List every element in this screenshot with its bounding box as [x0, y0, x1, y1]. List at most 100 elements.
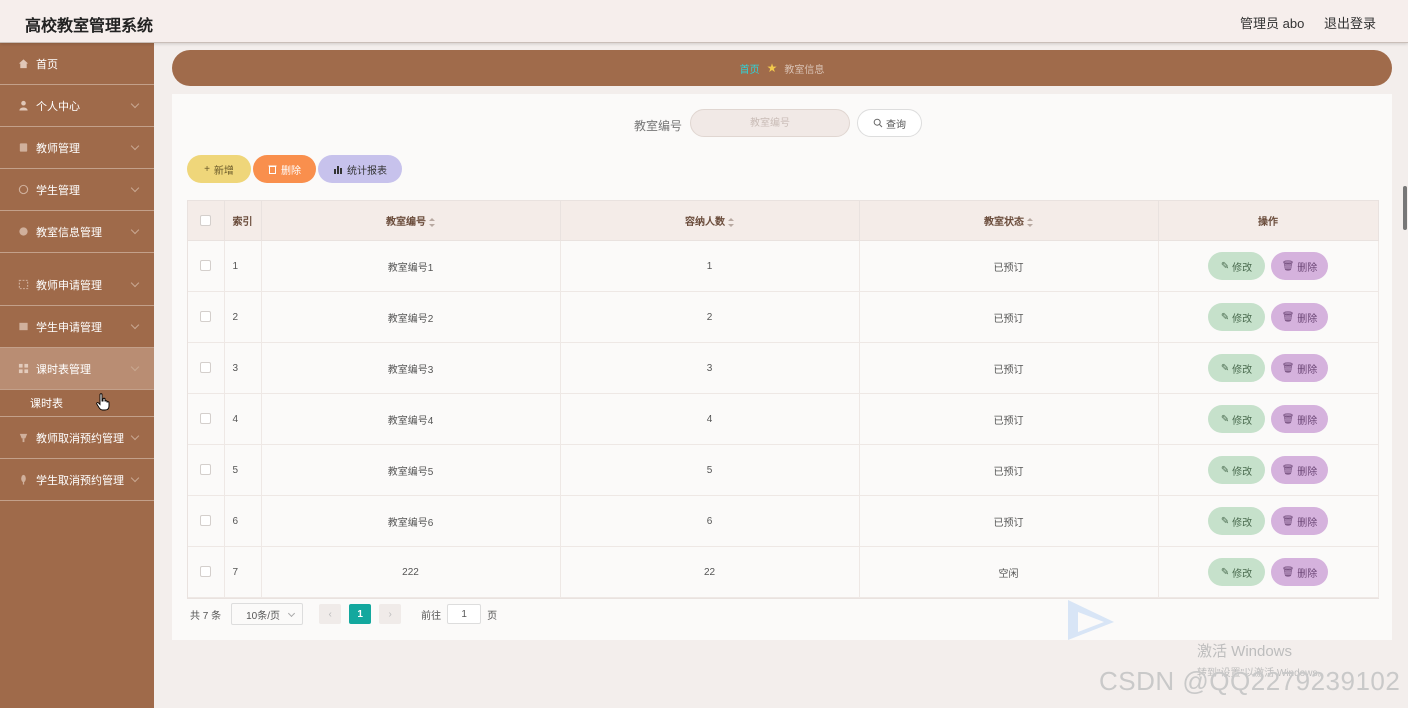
delete-button[interactable]: 🗑 删除 — [1271, 507, 1328, 535]
edit-button-label: 修改 — [1232, 517, 1253, 529]
sort-icon[interactable] — [728, 217, 734, 227]
column-header-status-label: 教室状态 — [984, 217, 1024, 228]
chevron-down-icon — [130, 362, 140, 372]
watermark-logo-icon — [1068, 600, 1114, 640]
cell-actions: ✎ 修改 🗑 删除 — [1158, 240, 1379, 292]
search-label: 教室编号 — [634, 119, 683, 133]
cell-actions: ✎ 修改 🗑 删除 — [1158, 342, 1379, 394]
breadcrumb-home-link[interactable]: 首页 — [740, 61, 760, 76]
delete-button-label: 删除 — [1297, 415, 1318, 427]
cancel-icon — [19, 433, 28, 443]
edit-icon: ✎ — [1220, 515, 1230, 527]
query-button-label: 查询 — [886, 119, 906, 131]
prev-page-button[interactable]: ‹ — [319, 604, 342, 624]
logout-link[interactable]: 退出登录 — [1324, 16, 1376, 31]
column-header-status[interactable]: 教室状态 — [859, 201, 1159, 241]
next-page-button[interactable]: › — [379, 604, 402, 624]
column-header-code[interactable]: 教室编号 — [261, 201, 561, 241]
sort-icon[interactable] — [1027, 217, 1033, 227]
sidebar-subitem-timetable[interactable]: 课时表 — [0, 390, 154, 417]
search-icon — [873, 118, 883, 128]
sidebar-item-label: 学生申请管理 — [36, 321, 102, 334]
sidebar-item-student-cancel[interactable]: 学生取消预约管理 — [0, 459, 154, 501]
sidebar-item-student-apply[interactable]: 学生申请管理 — [0, 306, 154, 348]
delete-button[interactable]: 🗑 删除 — [1271, 354, 1328, 382]
statistics-report-button[interactable]: 统计报表 — [318, 155, 402, 183]
sidebar-item-label: 教师申请管理 — [36, 279, 102, 292]
teacher-icon — [19, 143, 28, 152]
chevron-down-icon — [130, 225, 140, 235]
sidebar-item-timetable[interactable]: 课时表管理 — [0, 348, 154, 390]
sidebar-item-label: 学生管理 — [36, 184, 80, 197]
trash-icon: 🗑 — [1281, 515, 1295, 527]
delete-button[interactable]: 🗑 删除 — [1271, 303, 1328, 331]
classroom-icon — [19, 227, 28, 236]
page-size-select[interactable]: 10条/页 — [231, 603, 304, 625]
sidebar-item-students[interactable]: 学生管理 — [0, 169, 154, 211]
delete-button[interactable]: 🗑 删除 — [1271, 558, 1328, 586]
cell-status: 空闲 — [859, 546, 1159, 598]
sidebar-item-label: 学生取消预约管理 — [36, 474, 124, 487]
edit-icon: ✎ — [1220, 566, 1230, 578]
sidebar-item-label: 个人中心 — [36, 100, 80, 113]
cell-code: 教室编号1 — [261, 240, 561, 292]
sort-icon[interactable] — [429, 217, 435, 227]
table-row: 2 教室编号2 2 已预订 ✎ 修改 🗑 删除 — [188, 291, 1379, 343]
cell-capacity: 22 — [560, 546, 860, 598]
sidebar-item-teacher-apply[interactable]: 教师申请管理 — [0, 264, 154, 306]
sidebar-item-home[interactable]: 首页 — [0, 43, 154, 85]
delete-button[interactable]: 🗑 删除 — [1271, 252, 1328, 280]
cell-code: 教室编号5 — [261, 444, 561, 496]
sidebar-item-profile[interactable]: 个人中心 — [0, 85, 154, 127]
row-checkbox[interactable] — [200, 311, 212, 323]
sidebar-item-teachers[interactable]: 教师管理 — [0, 127, 154, 169]
edit-button-label: 修改 — [1232, 568, 1253, 580]
edit-icon: ✎ — [1220, 362, 1230, 374]
trash-icon — [268, 165, 277, 174]
sidebar-item-classroom-info[interactable]: 教室信息管理 — [0, 211, 154, 253]
goto-prefix: 前往 — [421, 610, 442, 622]
sidebar-item-teacher-cancel[interactable]: 教师取消预约管理 — [0, 417, 154, 459]
pagination-total: 共 7 条 — [190, 610, 222, 622]
trash-icon: 🗑 — [1281, 362, 1295, 374]
row-checkbox[interactable] — [200, 362, 212, 374]
edit-button[interactable]: ✎ 修改 — [1208, 303, 1265, 331]
cell-index: 6 — [224, 495, 262, 547]
edit-button[interactable]: ✎ 修改 — [1208, 354, 1265, 382]
grid-icon — [18, 363, 29, 374]
cell-index: 3 — [224, 342, 262, 394]
cell-actions: ✎ 修改 🗑 删除 — [1158, 546, 1379, 598]
row-checkbox[interactable] — [200, 566, 212, 578]
row-checkbox[interactable] — [200, 464, 212, 476]
page-scrollbar[interactable] — [1403, 186, 1407, 230]
goto-page-input[interactable]: 1 — [447, 604, 482, 624]
row-checkbox[interactable] — [200, 515, 212, 527]
row-checkbox[interactable] — [200, 260, 212, 272]
edit-button[interactable]: ✎ 修改 — [1208, 558, 1265, 586]
chevron-down-icon — [130, 183, 140, 193]
delete-button[interactable]: 🗑 删除 — [1271, 456, 1328, 484]
delete-button-label: 删除 — [1297, 517, 1318, 529]
batch-delete-button[interactable]: 删除 — [253, 155, 316, 183]
edit-button[interactable]: ✎ 修改 — [1208, 252, 1265, 280]
edit-button[interactable]: ✎ 修改 — [1208, 507, 1265, 535]
row-select-cell — [188, 240, 225, 292]
query-button[interactable]: 查询 — [857, 109, 922, 137]
page-number-current[interactable]: 1 — [349, 604, 372, 624]
classroom-code-search-input[interactable]: 教室编号 — [690, 109, 850, 137]
cell-status: 已预订 — [859, 240, 1159, 292]
cell-index: 5 — [224, 444, 262, 496]
cell-code: 教室编号3 — [261, 342, 561, 394]
row-checkbox[interactable] — [200, 413, 212, 425]
select-all-checkbox[interactable] — [200, 214, 212, 226]
column-header-capacity[interactable]: 容纳人数 — [560, 201, 860, 241]
column-header-actions: 操作 — [1158, 201, 1379, 241]
cell-actions: ✎ 修改 🗑 删除 — [1158, 495, 1379, 547]
sidebar-item-label: 首页 — [36, 58, 58, 71]
edit-button[interactable]: ✎ 修改 — [1208, 405, 1265, 433]
edit-button[interactable]: ✎ 修改 — [1208, 456, 1265, 484]
cancel-icon — [21, 474, 26, 485]
sidebar-item-label: 教室信息管理 — [36, 226, 102, 239]
delete-button[interactable]: 🗑 删除 — [1271, 405, 1328, 433]
add-button[interactable]: + 新增 — [187, 155, 251, 183]
